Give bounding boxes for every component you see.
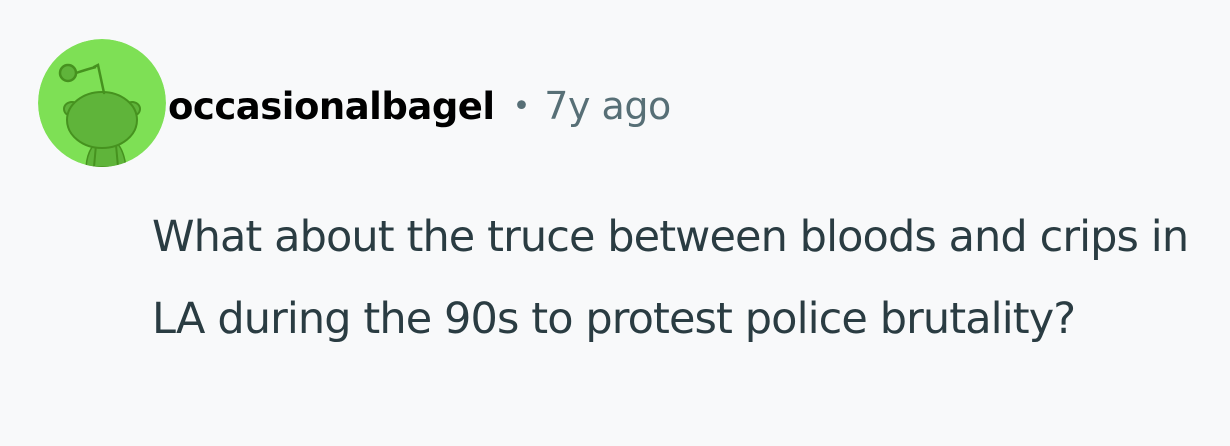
- comment-meta: occasionalbagel • 7y ago: [168, 78, 671, 134]
- reddit-snoo-avatar-icon: [38, 39, 166, 167]
- username-link[interactable]: occasionalbagel: [168, 85, 495, 128]
- user-avatar[interactable]: [38, 39, 166, 167]
- comment: occasionalbagel • 7y ago What about the …: [0, 0, 1230, 446]
- separator-dot: •: [512, 88, 531, 124]
- timestamp[interactable]: 7y ago: [544, 84, 671, 128]
- comment-body: What about the truce between bloods and …: [152, 212, 1189, 344]
